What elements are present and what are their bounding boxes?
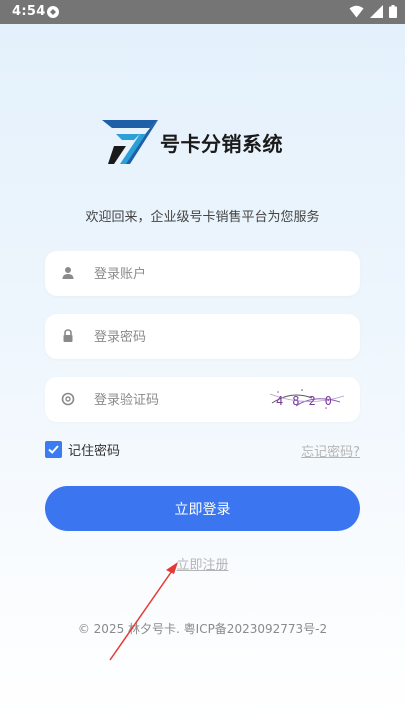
sync-icon: [46, 5, 60, 19]
password-input[interactable]: [92, 314, 296, 361]
status-time: 4:54: [12, 4, 46, 19]
remember-checkbox[interactable]: [45, 441, 62, 458]
password-field[interactable]: [45, 314, 360, 361]
register-row: 立即注册: [0, 554, 405, 573]
verify-code-icon: [61, 392, 75, 406]
captcha-code: 4820: [276, 394, 341, 408]
logo-mark-icon: [102, 120, 158, 164]
captcha-image[interactable]: 4820: [266, 386, 346, 412]
status-icons: [349, 5, 397, 22]
forgot-password-link[interactable]: 忘记密码?: [301, 441, 360, 460]
captcha-field[interactable]: 4820: [45, 377, 360, 424]
app-logo: 号卡分销系统: [100, 112, 310, 168]
register-link[interactable]: 立即注册: [176, 558, 228, 573]
status-bar: 4:54: [0, 0, 405, 24]
user-icon: [62, 267, 74, 279]
login-button[interactable]: 立即登录: [45, 486, 360, 531]
logo-text: 号卡分销系统: [160, 132, 283, 156]
wifi-icon: [349, 5, 364, 22]
signal-icon: [370, 5, 383, 22]
account-input[interactable]: [92, 251, 296, 298]
account-field[interactable]: [45, 251, 360, 298]
battery-icon: [389, 5, 397, 22]
remember-password[interactable]: 记住密码: [45, 440, 120, 459]
remember-label: 记住密码: [68, 444, 121, 459]
welcome-text: 欢迎回来，企业级号卡销售平台为您服务: [85, 210, 320, 225]
lock-icon: [63, 329, 73, 342]
check-icon: [48, 445, 59, 454]
footer-copyright: © 2025 林夕号卡. 粤ICP备2023092773号-2: [77, 622, 328, 636]
